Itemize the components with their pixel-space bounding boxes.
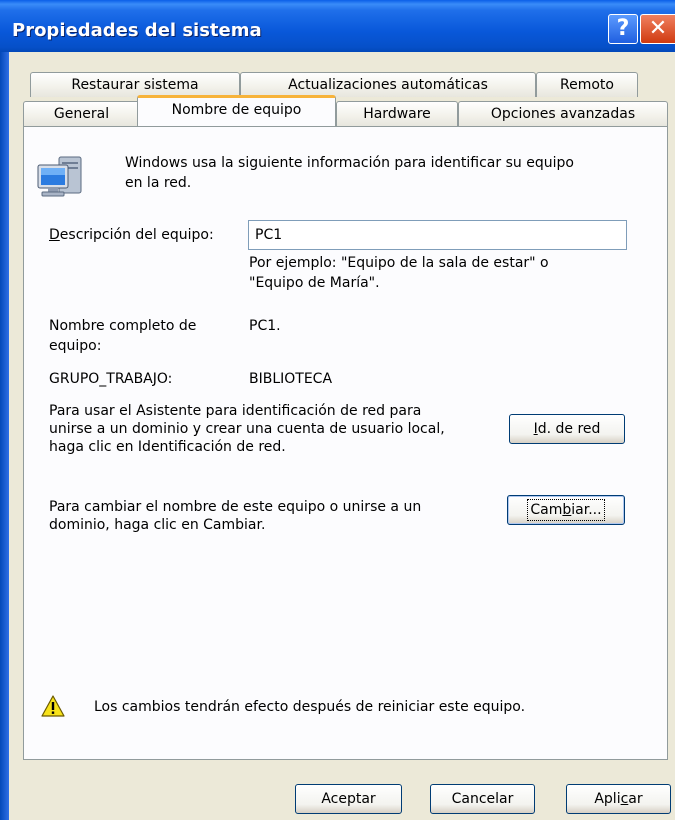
tab-restaurar-sistema[interactable]: Restaurar sistema (30, 72, 240, 97)
tab-remoto[interactable]: Remoto (536, 72, 638, 97)
tab-label: Remoto (560, 77, 614, 93)
network-text-line1: Para usar el Asistente para identificaci… (49, 403, 422, 419)
apply-button[interactable]: Aplicar (566, 784, 671, 814)
tab-hardware[interactable]: Hardware (336, 101, 458, 126)
tab-nombre-de-equipo[interactable]: Nombre de equipo (137, 95, 336, 126)
description-label: Descripción del equipo: (49, 227, 214, 243)
help-icon: ? (616, 16, 630, 41)
workgroup-value: BIBLIOTECA (249, 371, 333, 387)
tab-general[interactable]: General (23, 101, 140, 126)
tab-actualizaciones-automaticas[interactable]: Actualizaciones automáticas (240, 72, 536, 97)
title-bar[interactable]: Propiedades del sistema ? ✕ (0, 0, 675, 52)
warning-text: Los cambios tendrán efecto después de re… (94, 699, 526, 715)
tab-label: Opciones avanzadas (490, 106, 636, 122)
fullname-label-line1: Nombre completo de (49, 318, 197, 334)
tab-label: Hardware (363, 106, 431, 122)
change-text-line1: Para cambiar el nombre de este equipo o … (49, 499, 422, 515)
help-button[interactable]: ? (608, 14, 638, 44)
close-icon: ✕ (648, 16, 668, 41)
network-id-button[interactable]: Id. de red (509, 414, 625, 444)
example-text-line1: Por ejemplo: "Equipo de la sala de estar… (249, 255, 549, 271)
example-text-line2: "Equipo de María". (249, 275, 380, 291)
change-button[interactable]: Cambiar... (507, 495, 625, 525)
system-properties-window: Propiedades del sistema ? ✕ Restaurar si… (0, 0, 675, 820)
change-text-line2: dominio, haga clic en Cambiar. (49, 517, 266, 533)
accept-button[interactable]: Aceptar (295, 784, 402, 814)
warning-icon (41, 695, 65, 717)
network-text-line3: haga clic en Identificación de red. (49, 439, 286, 455)
tab-label: General (53, 106, 110, 122)
tab-label: Nombre de equipo (171, 102, 302, 118)
window-title: Propiedades del sistema (12, 20, 262, 41)
intro-text-line1: Windows usa la siguiente información par… (125, 155, 574, 171)
fullname-label-line2: equipo: (49, 338, 102, 354)
workgroup-label: GRUPO_TRABAJO: (49, 371, 173, 387)
tab-label: Actualizaciones automáticas (288, 77, 488, 93)
tab-opciones-avanzadas[interactable]: Opciones avanzadas (458, 101, 668, 126)
window-frame-left (0, 52, 9, 820)
tab-label: Restaurar sistema (71, 77, 199, 93)
cancel-button[interactable]: Cancelar (430, 784, 535, 814)
intro-text-line2: en la red. (125, 175, 192, 191)
computer-network-icon (35, 151, 85, 201)
fullname-value: PC1. (249, 318, 281, 334)
network-text-line2: unirse a un dominio y crear una cuenta d… (49, 421, 445, 437)
close-button[interactable]: ✕ (640, 14, 675, 44)
computer-description-input[interactable] (248, 220, 627, 250)
